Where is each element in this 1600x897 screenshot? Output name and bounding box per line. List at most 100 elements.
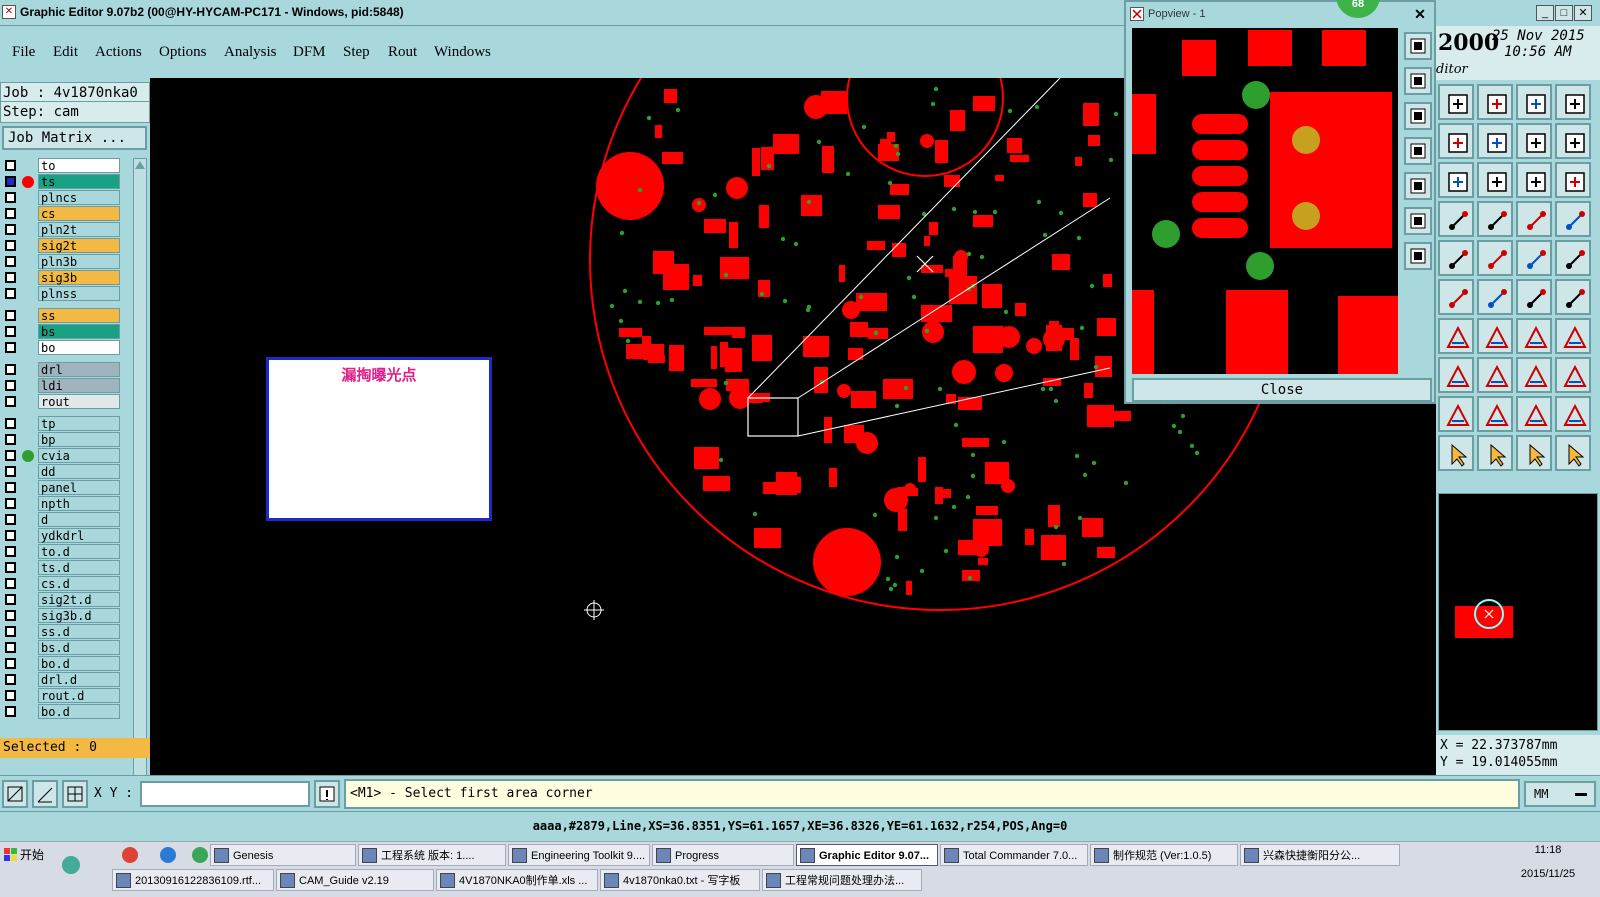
menu-step[interactable]: Step — [343, 44, 370, 61]
measure-distance-button[interactable] — [1516, 357, 1552, 393]
layer-row-ss-d[interactable]: ss.d — [2, 624, 122, 639]
scale-button[interactable] — [1516, 162, 1552, 198]
cross-snap-button[interactable] — [1477, 279, 1513, 315]
layer-row-tp[interactable]: tp — [2, 416, 122, 431]
layer-label[interactable]: bp — [38, 432, 120, 447]
taskbar-item[interactable]: Total Commander 7.0... — [940, 844, 1088, 866]
layer-label[interactable]: d — [38, 512, 120, 527]
taskbar-item[interactable]: 兴森快捷衡阳分公... — [1240, 844, 1400, 866]
layer-label[interactable]: dd — [38, 464, 120, 479]
layer-label[interactable]: to — [38, 158, 120, 173]
layer-checkbox[interactable] — [5, 674, 16, 685]
desktop-icon[interactable] — [62, 856, 80, 874]
scroll-up-icon[interactable] — [134, 159, 146, 171]
pointer-edit-button[interactable] — [1477, 435, 1513, 471]
layer-row-sig2t-d[interactable]: sig2t.d — [2, 592, 122, 607]
layer-label[interactable]: rout.d — [38, 688, 120, 703]
layer-row-bp[interactable]: bp — [2, 432, 122, 447]
undo-button[interactable] — [1516, 318, 1552, 354]
delete-segment-button[interactable] — [1477, 357, 1513, 393]
layer-checkbox[interactable] — [5, 690, 16, 701]
layer-row-bs[interactable]: bs — [2, 324, 122, 339]
layer-checkbox[interactable] — [5, 240, 16, 251]
taskbar-item[interactable]: 工程常规问题处理办法... — [762, 869, 922, 891]
pad-edit-button[interactable] — [1438, 357, 1474, 393]
menu-options[interactable]: Options — [159, 44, 207, 61]
layer-checkbox[interactable] — [5, 626, 16, 637]
layer-row-plncs[interactable]: plncs — [2, 190, 122, 205]
layer-checkbox[interactable] — [5, 706, 16, 717]
zoom-box-button[interactable] — [1555, 84, 1591, 120]
layer-label[interactable]: sig3b.d — [38, 608, 120, 623]
triangle-add-button[interactable] — [1438, 396, 1474, 432]
layer-checkbox[interactable] — [5, 578, 16, 589]
text-edit-button[interactable] — [1516, 396, 1552, 432]
layer-row-bo[interactable]: bo — [2, 340, 122, 355]
connect-button[interactable] — [1438, 279, 1474, 315]
layer-label[interactable]: bs — [38, 324, 120, 339]
layer-checkbox[interactable] — [5, 466, 16, 477]
layer-row-plnss[interactable]: plnss — [2, 286, 122, 301]
layer-checkbox[interactable] — [5, 562, 16, 573]
popview-tool-button-2[interactable] — [1404, 67, 1432, 95]
popview-tool-button-5[interactable] — [1404, 172, 1432, 200]
popview-tool-button-7[interactable] — [1404, 242, 1432, 270]
chrome-icon[interactable] — [122, 847, 138, 863]
layer-checkbox[interactable] — [5, 288, 16, 299]
menu-file[interactable]: File — [12, 44, 35, 61]
move-down-button[interactable] — [1477, 84, 1513, 120]
layer-checkbox[interactable] — [5, 610, 16, 621]
layer-row-to[interactable]: to — [2, 158, 122, 173]
layer-checkbox[interactable] — [5, 256, 16, 267]
layer-row-bs-d[interactable]: bs.d — [2, 640, 122, 655]
resize-button[interactable] — [1555, 123, 1591, 159]
line-edit-button[interactable] — [1516, 279, 1552, 315]
snap-button[interactable] — [2, 780, 28, 808]
layer-checkbox[interactable] — [5, 396, 16, 407]
layer-row-to-d[interactable]: to.d — [2, 544, 122, 559]
grid-view-button[interactable] — [1477, 201, 1513, 237]
menu-dfm[interactable]: DFM — [293, 44, 326, 61]
taskbar-item[interactable]: Progress — [652, 844, 794, 866]
layer-checkbox[interactable] — [5, 514, 16, 525]
popview-tool-button-3[interactable] — [1404, 102, 1432, 130]
layer-label[interactable]: ldi — [38, 378, 120, 393]
layer-label[interactable]: pln3b — [38, 254, 120, 269]
layer-checkbox[interactable] — [5, 380, 16, 391]
layer-label[interactable]: ydkdrl — [38, 528, 120, 543]
info-button[interactable] — [314, 780, 340, 808]
layer-list-scrollbar[interactable] — [133, 158, 147, 818]
layer-row-cs-d[interactable]: cs.d — [2, 576, 122, 591]
layer-checkbox[interactable] — [5, 658, 16, 669]
layer-checkbox[interactable] — [5, 530, 16, 541]
layer-checkbox[interactable] — [5, 310, 16, 321]
zoom-fit-button[interactable] — [1438, 162, 1474, 198]
popview-zoom-view[interactable] — [1132, 28, 1398, 374]
layer-checkbox[interactable] — [5, 342, 16, 353]
popview-tool-button-1[interactable] — [1404, 32, 1432, 60]
maximize-button[interactable]: □ — [1555, 5, 1573, 21]
popview-tool-button-6[interactable] — [1404, 207, 1432, 235]
layer-label[interactable]: panel — [38, 480, 120, 495]
popview-tool-button-4[interactable] — [1404, 137, 1432, 165]
layer-row-dd[interactable]: dd — [2, 464, 122, 479]
layer-row-ts-d[interactable]: ts.d — [2, 560, 122, 575]
layer-row-rout[interactable]: rout — [2, 394, 122, 409]
layer-row-ss[interactable]: ss — [2, 308, 122, 323]
layer-checkbox[interactable] — [5, 208, 16, 219]
layer-row-ldi[interactable]: ldi — [2, 378, 122, 393]
popview-close-button[interactable]: Close — [1132, 378, 1432, 402]
zoom-center-button[interactable] — [1477, 162, 1513, 198]
layer-row-drl[interactable]: drl — [2, 362, 122, 377]
route-button[interactable] — [1555, 435, 1591, 471]
job-matrix-button[interactable]: Job Matrix ... — [2, 126, 147, 150]
layer-checkbox[interactable] — [5, 326, 16, 337]
layer-row-bo-d[interactable]: bo.d — [2, 704, 122, 719]
layer-label[interactable]: bo — [38, 340, 120, 355]
feature-add-button[interactable] — [1438, 240, 1474, 276]
taskbar-item[interactable]: Genesis — [210, 844, 356, 866]
menu-rout[interactable]: Rout — [388, 44, 417, 61]
layer-label[interactable]: bo.d — [38, 656, 120, 671]
layer-row-ydkdrl[interactable]: ydkdrl — [2, 528, 122, 543]
layer-label[interactable]: drl — [38, 362, 120, 377]
